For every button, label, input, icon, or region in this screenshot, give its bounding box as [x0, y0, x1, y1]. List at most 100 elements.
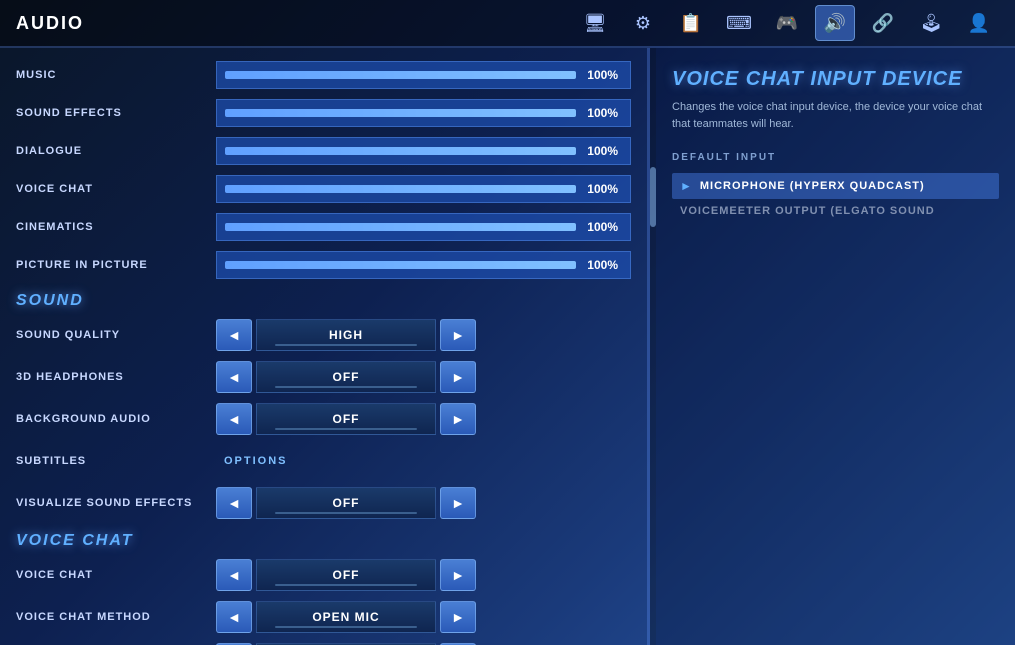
right-panel: VOICE CHAT INPUT DEVICE Changes the voic…: [656, 48, 1015, 645]
option-controls-voice-chat: ◄ OFF ►: [216, 559, 476, 591]
arrow-left-3d-headphones[interactable]: ◄: [216, 361, 252, 393]
input-section-label: DEFAULT INPUT: [672, 148, 999, 167]
settings-icon[interactable]: ⚙: [623, 5, 663, 41]
arrow-left-background-audio[interactable]: ◄: [216, 403, 252, 435]
slider-bar-music[interactable]: 100%: [216, 61, 631, 89]
option-value-box-voice-chat-method: OPEN MIC: [256, 601, 436, 633]
arrow-right-background-audio[interactable]: ►: [440, 403, 476, 435]
option-value-text-3d-headphones: OFF: [333, 370, 360, 384]
input-option-label-microphone-hyperx: MICROPHONE (HYPERX QUADCAST): [700, 180, 925, 192]
slider-label-sound-effects: SOUND EFFECTS: [16, 107, 216, 119]
page-title: AUDIO: [16, 13, 84, 34]
option-row-voice-chat-input-device: VOICE CHAT INPUT DEVICE◄HONE (HYPERX QUA…: [0, 638, 647, 645]
slider-label-picture-in-picture: PICTURE IN PICTURE: [16, 259, 216, 271]
option-controls-voice-chat-method: ◄ OPEN MIC ►: [216, 601, 476, 633]
slider-value-sound-effects: 100%: [587, 106, 618, 120]
slider-fill-voice-chat-vol: [225, 185, 576, 193]
option-label-3d-headphones: 3D HEADPHONES: [16, 371, 216, 383]
option-value-box-background-audio: OFF: [256, 403, 436, 435]
option-row-voice-chat: VOICE CHAT◄ OFF ►: [0, 554, 647, 596]
option-controls-background-audio: ◄OFF►: [216, 403, 476, 435]
slider-label-music: MUSIC: [16, 69, 216, 81]
display-icon[interactable]: 📋: [671, 5, 711, 41]
arrow-left-voice-chat[interactable]: ◄: [216, 559, 252, 591]
option-row-background-audio: BACKGROUND AUDIO◄OFF►: [0, 398, 647, 440]
scrollbar[interactable]: [650, 48, 656, 645]
option-underline-3d-headphones: [275, 386, 417, 388]
slider-fill-dialogue: [225, 147, 576, 155]
controller-icon[interactable]: 🎮: [767, 5, 807, 41]
option-value-box-voice-chat: OFF: [256, 559, 436, 591]
option-underline-voice-chat: [275, 584, 417, 586]
slider-fill-music: [225, 71, 576, 79]
arrow-right-voice-chat-method[interactable]: ►: [440, 601, 476, 633]
option-underline-voice-chat-method: [275, 626, 417, 628]
option-label-sound-quality: SOUND QUALITY: [16, 329, 216, 341]
slider-row-sound-effects: SOUND EFFECTS 100%: [0, 94, 647, 132]
option-label-voice-chat-method: VOICE CHAT METHOD: [16, 611, 216, 623]
monitor-icon[interactable]: 🖥: [575, 5, 615, 41]
option-label-voice-chat: VOICE CHAT: [16, 569, 216, 581]
slider-row-picture-in-picture: PICTURE IN PICTURE100%: [0, 246, 647, 284]
option-label-subtitles: SUBTITLES: [16, 455, 216, 467]
arrow-right-visualize-sound-effects[interactable]: ►: [440, 487, 476, 519]
section-header-voice-chat: VOICE CHAT: [0, 524, 647, 554]
user-icon[interactable]: 👤: [959, 5, 999, 41]
slider-bar-picture-in-picture[interactable]: 100%: [216, 251, 631, 279]
slider-bar-sound-effects[interactable]: 100%: [216, 99, 631, 127]
main-layout: MUSIC100%SOUND EFFECTS100%DIALOGUE100%VO…: [0, 48, 1015, 645]
audio-icon[interactable]: 🔊: [815, 5, 855, 41]
option-row-subtitles: SUBTITLESOPTIONS: [0, 440, 647, 482]
arrow-left-sound-quality[interactable]: ◄: [216, 319, 252, 351]
slider-fill-picture-in-picture: [225, 261, 576, 269]
slider-row-music: MUSIC 100%: [0, 56, 647, 94]
section-header-sound: SOUND: [0, 284, 647, 314]
option-value-box-visualize-sound-effects: OFF: [256, 487, 436, 519]
arrow-left-voice-chat-method[interactable]: ◄: [216, 601, 252, 633]
arrow-right-sound-quality[interactable]: ►: [440, 319, 476, 351]
input-option-voicemeeter-output[interactable]: VOICEMEETER OUTPUT (ELGATO SOUND: [672, 199, 999, 223]
option-value-box-sound-quality: HIGH: [256, 319, 436, 351]
slider-value-dialogue: 100%: [587, 144, 618, 158]
slider-value-music: 100%: [587, 68, 618, 82]
option-row-3d-headphones: 3D HEADPHONES◄ OFF ►: [0, 356, 647, 398]
slider-label-dialogue: DIALOGUE: [16, 145, 216, 157]
option-value-text-voice-chat: OFF: [333, 568, 360, 582]
slider-bar-voice-chat-vol[interactable]: 100%: [216, 175, 631, 203]
option-label-background-audio: BACKGROUND AUDIO: [16, 413, 216, 425]
slider-row-dialogue: DIALOGUE 100%: [0, 132, 647, 170]
option-controls-sound-quality: ◄ HIGH ►: [216, 319, 476, 351]
option-value-text-sound-quality: HIGH: [329, 328, 363, 342]
arrow-left-visualize-sound-effects[interactable]: ◄: [216, 487, 252, 519]
option-controls-3d-headphones: ◄ OFF ►: [216, 361, 476, 393]
slider-label-voice-chat-vol: VOICE CHAT: [16, 183, 216, 195]
left-panel: MUSIC100%SOUND EFFECTS100%DIALOGUE100%VO…: [0, 48, 650, 645]
option-label-visualize-sound-effects: VISUALIZE SOUND EFFECTS: [16, 497, 216, 509]
slider-bar-dialogue[interactable]: 100%: [216, 137, 631, 165]
arrow-right-3d-headphones[interactable]: ►: [440, 361, 476, 393]
slider-fill-sound-effects: [225, 109, 576, 117]
nav-icons: 🖥⚙📋⌨🎮🔊🔗🕹👤: [575, 5, 999, 41]
scroll-thumb[interactable]: [650, 167, 656, 227]
right-panel-title: VOICE CHAT INPUT DEVICE: [672, 68, 999, 91]
network-icon[interactable]: 🔗: [863, 5, 903, 41]
slider-fill-cinematics: [225, 223, 576, 231]
option-row-visualize-sound-effects: VISUALIZE SOUND EFFECTS◄OFF►: [0, 482, 647, 524]
slider-bar-cinematics[interactable]: 100%: [216, 213, 631, 241]
option-row-sound-quality: SOUND QUALITY◄ HIGH ►: [0, 314, 647, 356]
slider-value-voice-chat-vol: 100%: [587, 182, 618, 196]
option-underline-background-audio: [275, 428, 417, 430]
right-panel-description: Changes the voice chat input device, the…: [672, 99, 999, 132]
options-link-subtitles[interactable]: OPTIONS: [216, 451, 296, 471]
option-underline-visualize-sound-effects: [275, 512, 417, 514]
top-nav: AUDIO 🖥⚙📋⌨🎮🔊🔗🕹👤: [0, 0, 1015, 48]
option-row-voice-chat-method: VOICE CHAT METHOD◄ OPEN MIC ►: [0, 596, 647, 638]
keyboard-icon[interactable]: ⌨: [719, 5, 759, 41]
gamepad-icon[interactable]: 🕹: [911, 5, 951, 41]
slider-row-cinematics: CINEMATICS100%: [0, 208, 647, 246]
option-value-box-3d-headphones: OFF: [256, 361, 436, 393]
input-option-microphone-hyperx[interactable]: ►MICROPHONE (HYPERX QUADCAST): [672, 173, 999, 199]
arrow-right-voice-chat[interactable]: ►: [440, 559, 476, 591]
slider-row-voice-chat-vol: VOICE CHAT 100%: [0, 170, 647, 208]
option-value-text-voice-chat-method: OPEN MIC: [312, 610, 379, 624]
